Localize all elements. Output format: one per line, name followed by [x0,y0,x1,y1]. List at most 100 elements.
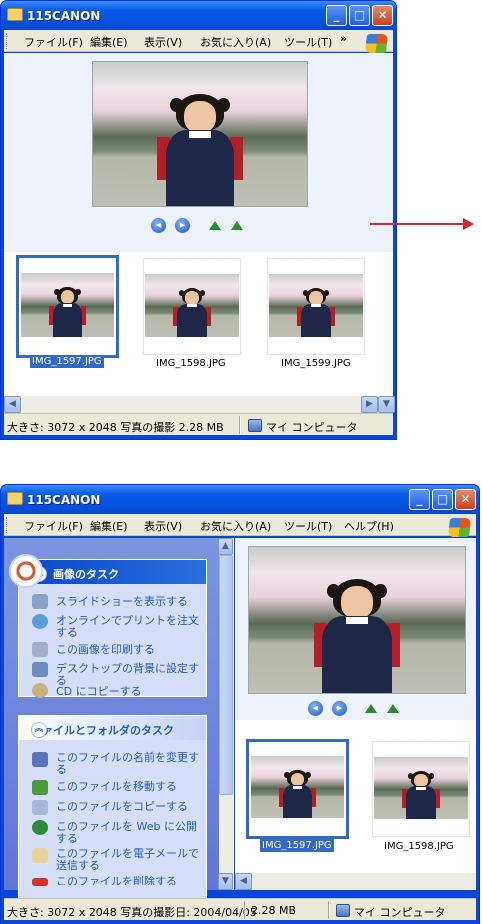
scroll-left-button[interactable]: ◀ [4,396,21,413]
task-pane-scrollbar[interactable]: ▲ ▼ [218,538,234,890]
rotate-clockwise-icon[interactable] [207,219,224,232]
task-pane: 画像のタスク ︽ スライドショーを表示する オンラインでプリントを注文する この… [4,538,219,905]
scroll-right-button[interactable]: ▶ [361,396,378,413]
previous-image-icon[interactable]: ◀ [308,701,323,716]
menu-edit[interactable]: 編集(E) [90,518,128,534]
next-image-icon[interactable]: ▶ [332,701,347,716]
horizontal-scrollbar[interactable]: ◀ [235,873,476,890]
move-icon [32,780,48,795]
task-order-prints[interactable]: オンラインでプリントを注文する [56,615,204,639]
file-tasks-title: ファイルとフォルダのタスク [31,724,174,737]
file-tasks-header[interactable]: ファイルとフォルダのタスク ︽ [19,716,206,740]
delete-icon [32,878,48,886]
minimize-icon: _ [333,8,340,22]
minimize-button[interactable]: _ [326,5,347,26]
menu-tools[interactable]: ツール(T) [284,518,332,534]
scroll-left-button[interactable]: ◀ [235,873,252,890]
thumbnail-image [374,757,468,819]
menu-view[interactable]: 表示(V) [144,34,182,50]
red-arrow-annotation [370,218,474,230]
folder-icon [7,492,23,505]
task-rename-file[interactable]: このファイルの名前を変更する [56,752,204,776]
thumbnail-caption[interactable]: IMG_1597.JPG [260,839,334,852]
menu-help[interactable]: ヘルプ(H) [344,518,394,534]
explorer-window-expanded: 115CANON _ □ ✕ ファイル(F) 編集(E) 表示(V) お気に入り… [0,484,480,924]
task-move-file[interactable]: このファイルを移動する [56,781,204,793]
task-publish-web[interactable]: このファイルを Web に公開する [56,821,204,845]
title-bar[interactable]: 115CANON _ □ ✕ [1,1,396,30]
maximize-button[interactable]: □ [432,489,453,510]
menu-view[interactable]: 表示(V) [144,518,182,534]
status-location: マイ コンピュータ [354,906,446,919]
menu-favorites[interactable]: お気に入り(A) [200,34,271,50]
scroll-down-button[interactable]: ▼ [378,396,395,413]
window-title: 115CANON [27,493,101,507]
folder-icon [7,8,23,21]
maximize-icon: □ [353,8,366,22]
my-computer-icon [336,904,350,917]
task-copy-file[interactable]: このファイルをコピーする [56,801,204,813]
windows-logo-icon [365,34,388,53]
close-icon: ✕ [377,8,388,22]
task-view-slideshow[interactable]: スライドショーを表示する [56,596,204,608]
toolbar-grip[interactable] [6,517,9,533]
task-print-image[interactable]: この画像を印刷する [56,644,204,656]
scroll-thumb[interactable] [219,555,233,795]
thumbnail-image [251,756,344,818]
task-delete-file[interactable]: このファイルを削除する [56,876,204,885]
desktop-background-icon [32,662,48,677]
picture-tasks-box: 画像のタスク ︽ スライドショーを表示する オンラインでプリントを注文する この… [9,554,207,698]
scroll-down-button[interactable]: ▼ [218,873,233,890]
rotate-counterclockwise-icon[interactable] [229,219,246,232]
maximize-button[interactable]: □ [349,5,370,26]
pictures-icon [9,554,43,588]
close-button[interactable]: ✕ [455,489,476,510]
thumbnail-image [145,274,239,337]
task-email-file[interactable]: このファイルを電子メールで送信する [56,848,204,872]
status-file-size: 2.28 MB [251,904,297,917]
chevron-up-icon[interactable]: ︽ [31,722,47,738]
filmstrip-view: ◀ ▶ IMG_1597.JPG IMG_1598.JPG [235,538,476,890]
print-icon [32,642,48,657]
menu-file[interactable]: ファイル(F) [24,34,83,50]
status-file-info: 大きさ: 3072 x 2048 写真の撮影日: 2004/04/05 [7,906,257,919]
maximize-icon: □ [436,492,449,506]
previous-image-icon[interactable]: ◀ [151,218,166,233]
slideshow-icon [32,594,48,609]
filmstrip-view: ◀ ▶ IMG_1597.JPG IMG_1598.JPG IMG_1599.J… [4,53,393,396]
toolbar-grip[interactable] [6,33,9,49]
rotate-clockwise-icon[interactable] [363,702,380,715]
task-set-desktop-background[interactable]: デスクトップの背景に設定する [56,663,204,687]
task-copy-to-cd[interactable]: CD にコピーする [56,686,204,698]
picture-tasks-title: 画像のタスク [53,568,119,581]
status-bar: 大きさ: 3072 x 2048 写真の撮影 2.28 MB マイ コンピュータ [4,413,393,435]
menu-tools[interactable]: ツール(T) [284,34,332,50]
status-file-info: 大きさ: 3072 x 2048 写真の撮影 2.28 MB [7,421,224,434]
title-bar[interactable]: 115CANON _ □ ✕ [1,485,479,514]
thumbnail-caption[interactable]: IMG_1597.JPG [30,355,104,368]
thumbnail-caption[interactable]: IMG_1598.JPG [382,840,456,853]
menu-bar: ファイル(F) 編集(E) 表示(V) お気に入り(A) ツール(T) » [4,30,393,53]
my-computer-icon [248,419,262,432]
minimize-icon: _ [416,492,423,506]
preview-image [92,61,308,207]
status-location: マイ コンピュータ [266,421,358,434]
thumbnail-image [269,274,363,337]
menu-overflow-chevron[interactable]: » [340,32,347,45]
thumbnail-caption[interactable]: IMG_1598.JPG [154,357,228,370]
rename-icon [32,752,48,767]
thumbnail-caption[interactable]: IMG_1599.JPG [279,357,353,370]
windows-logo-icon [448,518,471,537]
minimize-button[interactable]: _ [409,489,430,510]
copy-icon [32,800,48,815]
picture-tasks-header[interactable]: 画像のタスク ︽ [19,560,206,584]
close-button[interactable]: ✕ [372,5,393,26]
menu-favorites[interactable]: お気に入り(A) [200,518,271,534]
next-image-icon[interactable]: ▶ [175,218,190,233]
menu-file[interactable]: ファイル(F) [24,518,83,534]
horizontal-scrollbar[interactable]: ◀ ▶ ▼ [4,396,395,413]
file-tasks-box: ファイルとフォルダのタスク ︽ このファイルの名前を変更する このファイルを移動… [18,715,207,905]
scroll-up-button[interactable]: ▲ [218,538,233,555]
menu-edit[interactable]: 編集(E) [90,34,128,50]
rotate-counterclockwise-icon[interactable] [385,702,402,715]
